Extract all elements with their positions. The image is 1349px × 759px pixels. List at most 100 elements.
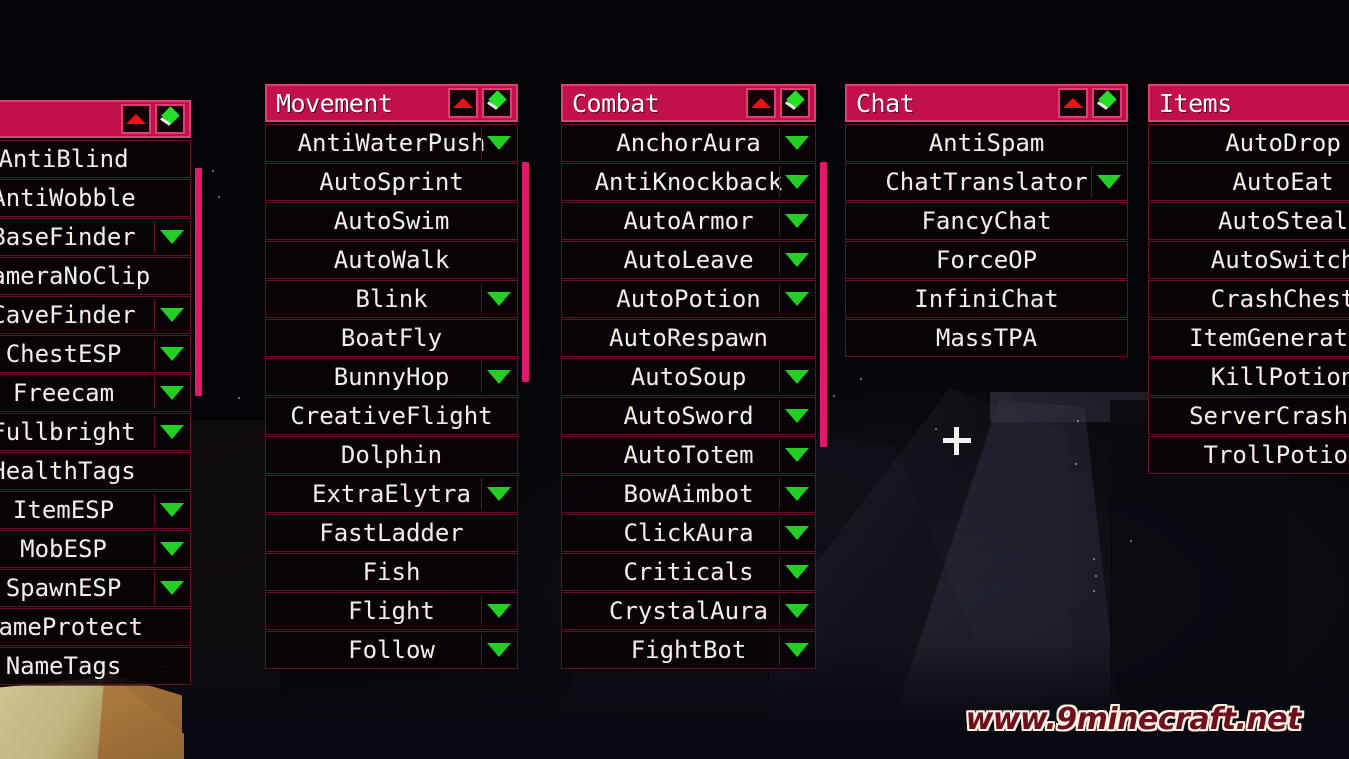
module-button[interactable]: ItemGenerator <box>1148 319 1349 357</box>
panel-header-chat[interactable]: Chat <box>845 84 1128 122</box>
pin-button[interactable] <box>155 104 185 134</box>
module-button[interactable]: Fish <box>265 553 518 591</box>
module-settings-toggle[interactable] <box>154 338 188 370</box>
module-button[interactable]: AntiSpam <box>845 124 1128 162</box>
module-button[interactable]: AutoSwim <box>265 202 518 240</box>
module-button[interactable]: AutoLeave <box>561 241 816 279</box>
module-button[interactable]: CameraNoClip <box>0 257 191 295</box>
module-button[interactable]: ForceOP <box>845 241 1128 279</box>
pin-button[interactable] <box>482 88 512 118</box>
panel-header-render[interactable]: der <box>0 100 191 138</box>
collapse-button[interactable] <box>746 88 776 118</box>
module-button[interactable]: FastLadder <box>265 514 518 552</box>
module-button[interactable]: ChestESP <box>0 335 191 373</box>
module-button[interactable]: AutoWalk <box>265 241 518 279</box>
module-button[interactable]: Blink <box>265 280 518 318</box>
module-button[interactable]: TrollPotion <box>1148 436 1349 474</box>
module-settings-toggle[interactable] <box>154 299 188 331</box>
panel-scrollbar[interactable] <box>195 168 202 396</box>
module-button[interactable]: AutoPotion <box>561 280 816 318</box>
module-button[interactable]: BoatFly <box>265 319 518 357</box>
module-button[interactable]: AutoArmor <box>561 202 816 240</box>
module-settings-toggle[interactable] <box>779 361 813 393</box>
panel-items[interactable]: Items AutoDrop AutoEat AutoSteal AutoSwitch C… <box>1148 84 1349 475</box>
module-button[interactable]: AntiBlind <box>0 140 191 178</box>
module-button[interactable]: AutoSteal <box>1148 202 1349 240</box>
pin-button[interactable] <box>1092 88 1122 118</box>
module-button[interactable]: AnchorAura <box>561 124 816 162</box>
module-button[interactable]: HealthTags <box>0 452 191 490</box>
module-settings-toggle[interactable] <box>779 205 813 237</box>
module-settings-toggle[interactable] <box>779 634 813 666</box>
module-button[interactable]: AutoDrop <box>1148 124 1349 162</box>
module-settings-toggle[interactable] <box>154 416 188 448</box>
module-button[interactable]: CaveFinder <box>0 296 191 334</box>
module-settings-toggle[interactable] <box>154 221 188 253</box>
module-settings-toggle[interactable] <box>481 127 515 159</box>
module-button[interactable]: AutoSprint <box>265 163 518 201</box>
module-button[interactable]: BaseFinder <box>0 218 191 256</box>
module-button[interactable]: MassTPA <box>845 319 1128 357</box>
module-button[interactable]: AutoRespawn <box>561 319 816 357</box>
module-button[interactable]: BowAimbot <box>561 475 816 513</box>
module-settings-toggle[interactable] <box>481 634 515 666</box>
panel-header-combat[interactable]: Combat <box>561 84 816 122</box>
module-button[interactable]: Flight <box>265 592 518 630</box>
module-button[interactable]: Fullbright <box>0 413 191 451</box>
collapse-button[interactable] <box>121 104 151 134</box>
module-button[interactable]: CrashChest <box>1148 280 1349 318</box>
panel-movement[interactable]: Movement AntiWaterPush AutoSprint AutoSwim A… <box>265 84 529 670</box>
module-settings-toggle[interactable] <box>779 517 813 549</box>
module-settings-toggle[interactable] <box>779 283 813 315</box>
module-button[interactable]: KillPotion <box>1148 358 1349 396</box>
module-settings-toggle[interactable] <box>154 494 188 526</box>
module-settings-toggle[interactable] <box>779 400 813 432</box>
module-button[interactable]: ServerCrasher <box>1148 397 1349 435</box>
module-button[interactable]: ItemESP <box>0 491 191 529</box>
panel-combat[interactable]: Combat AnchorAura AntiKnockback AutoArmor Au… <box>561 84 827 670</box>
module-settings-toggle[interactable] <box>1091 166 1125 198</box>
module-settings-toggle[interactable] <box>779 595 813 627</box>
module-button[interactable]: AutoSoup <box>561 358 816 396</box>
module-settings-toggle[interactable] <box>779 244 813 276</box>
module-settings-toggle[interactable] <box>779 166 813 198</box>
module-button[interactable]: AntiKnockback <box>561 163 816 201</box>
module-button[interactable]: AutoSword <box>561 397 816 435</box>
module-button[interactable]: CreativeFlight <box>265 397 518 435</box>
collapse-button[interactable] <box>448 88 478 118</box>
collapse-button[interactable] <box>1058 88 1088 118</box>
module-button[interactable]: AutoTotem <box>561 436 816 474</box>
module-button[interactable]: Follow <box>265 631 518 669</box>
module-button[interactable]: ChatTranslator <box>845 163 1128 201</box>
module-button[interactable]: MobESP <box>0 530 191 568</box>
module-settings-toggle[interactable] <box>481 595 515 627</box>
module-settings-toggle[interactable] <box>481 478 515 510</box>
panel-header-items[interactable]: Items <box>1148 84 1349 122</box>
module-button[interactable]: Dolphin <box>265 436 518 474</box>
module-button[interactable]: CrystalAura <box>561 592 816 630</box>
module-button[interactable]: FancyChat <box>845 202 1128 240</box>
module-button[interactable]: Criticals <box>561 553 816 591</box>
module-button[interactable]: NameTags <box>0 647 191 685</box>
module-settings-toggle[interactable] <box>779 478 813 510</box>
module-button[interactable]: AutoSwitch <box>1148 241 1349 279</box>
panel-chat[interactable]: Chat AntiSpam ChatTranslator FancyChat Force… <box>845 84 1128 358</box>
module-button[interactable]: AntiWobble <box>0 179 191 217</box>
module-button[interactable]: ExtraElytra <box>265 475 518 513</box>
panel-scrollbar[interactable] <box>522 162 529 382</box>
module-button[interactable]: NameProtect <box>0 608 191 646</box>
module-button[interactable]: AutoEat <box>1148 163 1349 201</box>
module-settings-toggle[interactable] <box>481 283 515 315</box>
panel-render[interactable]: der AntiBlind AntiWobble BaseFinder CameraNo… <box>0 100 202 686</box>
module-button[interactable]: Freecam <box>0 374 191 412</box>
module-settings-toggle[interactable] <box>154 572 188 604</box>
panel-header-movement[interactable]: Movement <box>265 84 518 122</box>
module-settings-toggle[interactable] <box>779 556 813 588</box>
module-button[interactable]: InfiniChat <box>845 280 1128 318</box>
module-button[interactable]: SpawnESP <box>0 569 191 607</box>
module-button[interactable]: BunnyHop <box>265 358 518 396</box>
module-settings-toggle[interactable] <box>154 377 188 409</box>
module-settings-toggle[interactable] <box>779 439 813 471</box>
module-settings-toggle[interactable] <box>154 533 188 565</box>
module-button[interactable]: ClickAura <box>561 514 816 552</box>
